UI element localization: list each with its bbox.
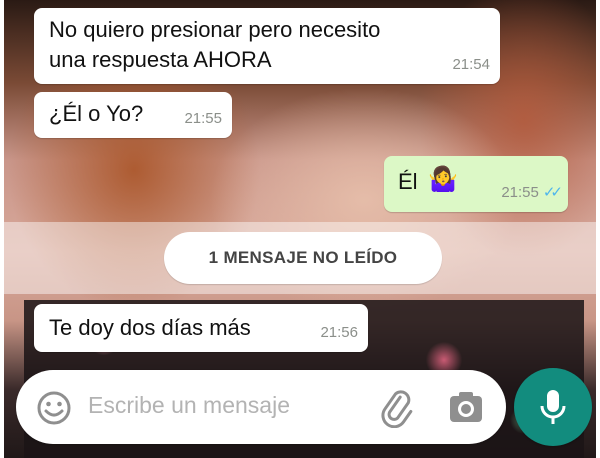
message-timestamp: 21:55 [501, 184, 539, 201]
incoming-message-3[interactable]: Te doy dos días más 21:56 [34, 304, 368, 352]
message-timestamp-row: 21:55 ✓✓ [501, 179, 563, 207]
incoming-message-2[interactable]: ¿Él o Yo? 21:55 [34, 92, 232, 138]
chat-background: No quiero presionar pero necesito una re… [4, 0, 596, 458]
message-text-line2: una respuesta AHORA [49, 47, 272, 72]
voice-record-button[interactable] [514, 368, 592, 446]
message-composer[interactable]: Escribe un mensaje [16, 370, 506, 444]
double-check-read-icon: ✓✓ [542, 184, 563, 201]
outgoing-message-1[interactable]: Él 🤷‍♀️ 21:55 ✓✓ [384, 156, 568, 212]
message-text-line1: No quiero presionar pero necesito [49, 17, 381, 42]
emoji-icon[interactable] [36, 390, 72, 431]
message-timestamp: 21:55 [184, 110, 222, 127]
incoming-message-1[interactable]: No quiero presionar pero necesito una re… [34, 8, 500, 84]
message-text: Te doy dos días más [49, 315, 251, 340]
mic-icon [539, 388, 567, 431]
message-timestamp: 21:54 [452, 56, 490, 73]
message-text: ¿Él o Yo? [49, 101, 144, 126]
message-timestamp: 21:56 [320, 324, 358, 341]
unread-messages-banner: 1 MENSAJE NO LEÍDO [164, 232, 442, 284]
message-input[interactable]: Escribe un mensaje [88, 392, 290, 419]
camera-icon[interactable] [448, 390, 484, 429]
message-text: Él [398, 169, 418, 194]
shrug-emoji-icon: 🤷‍♀️ [428, 166, 458, 193]
attach-icon[interactable] [376, 388, 416, 433]
